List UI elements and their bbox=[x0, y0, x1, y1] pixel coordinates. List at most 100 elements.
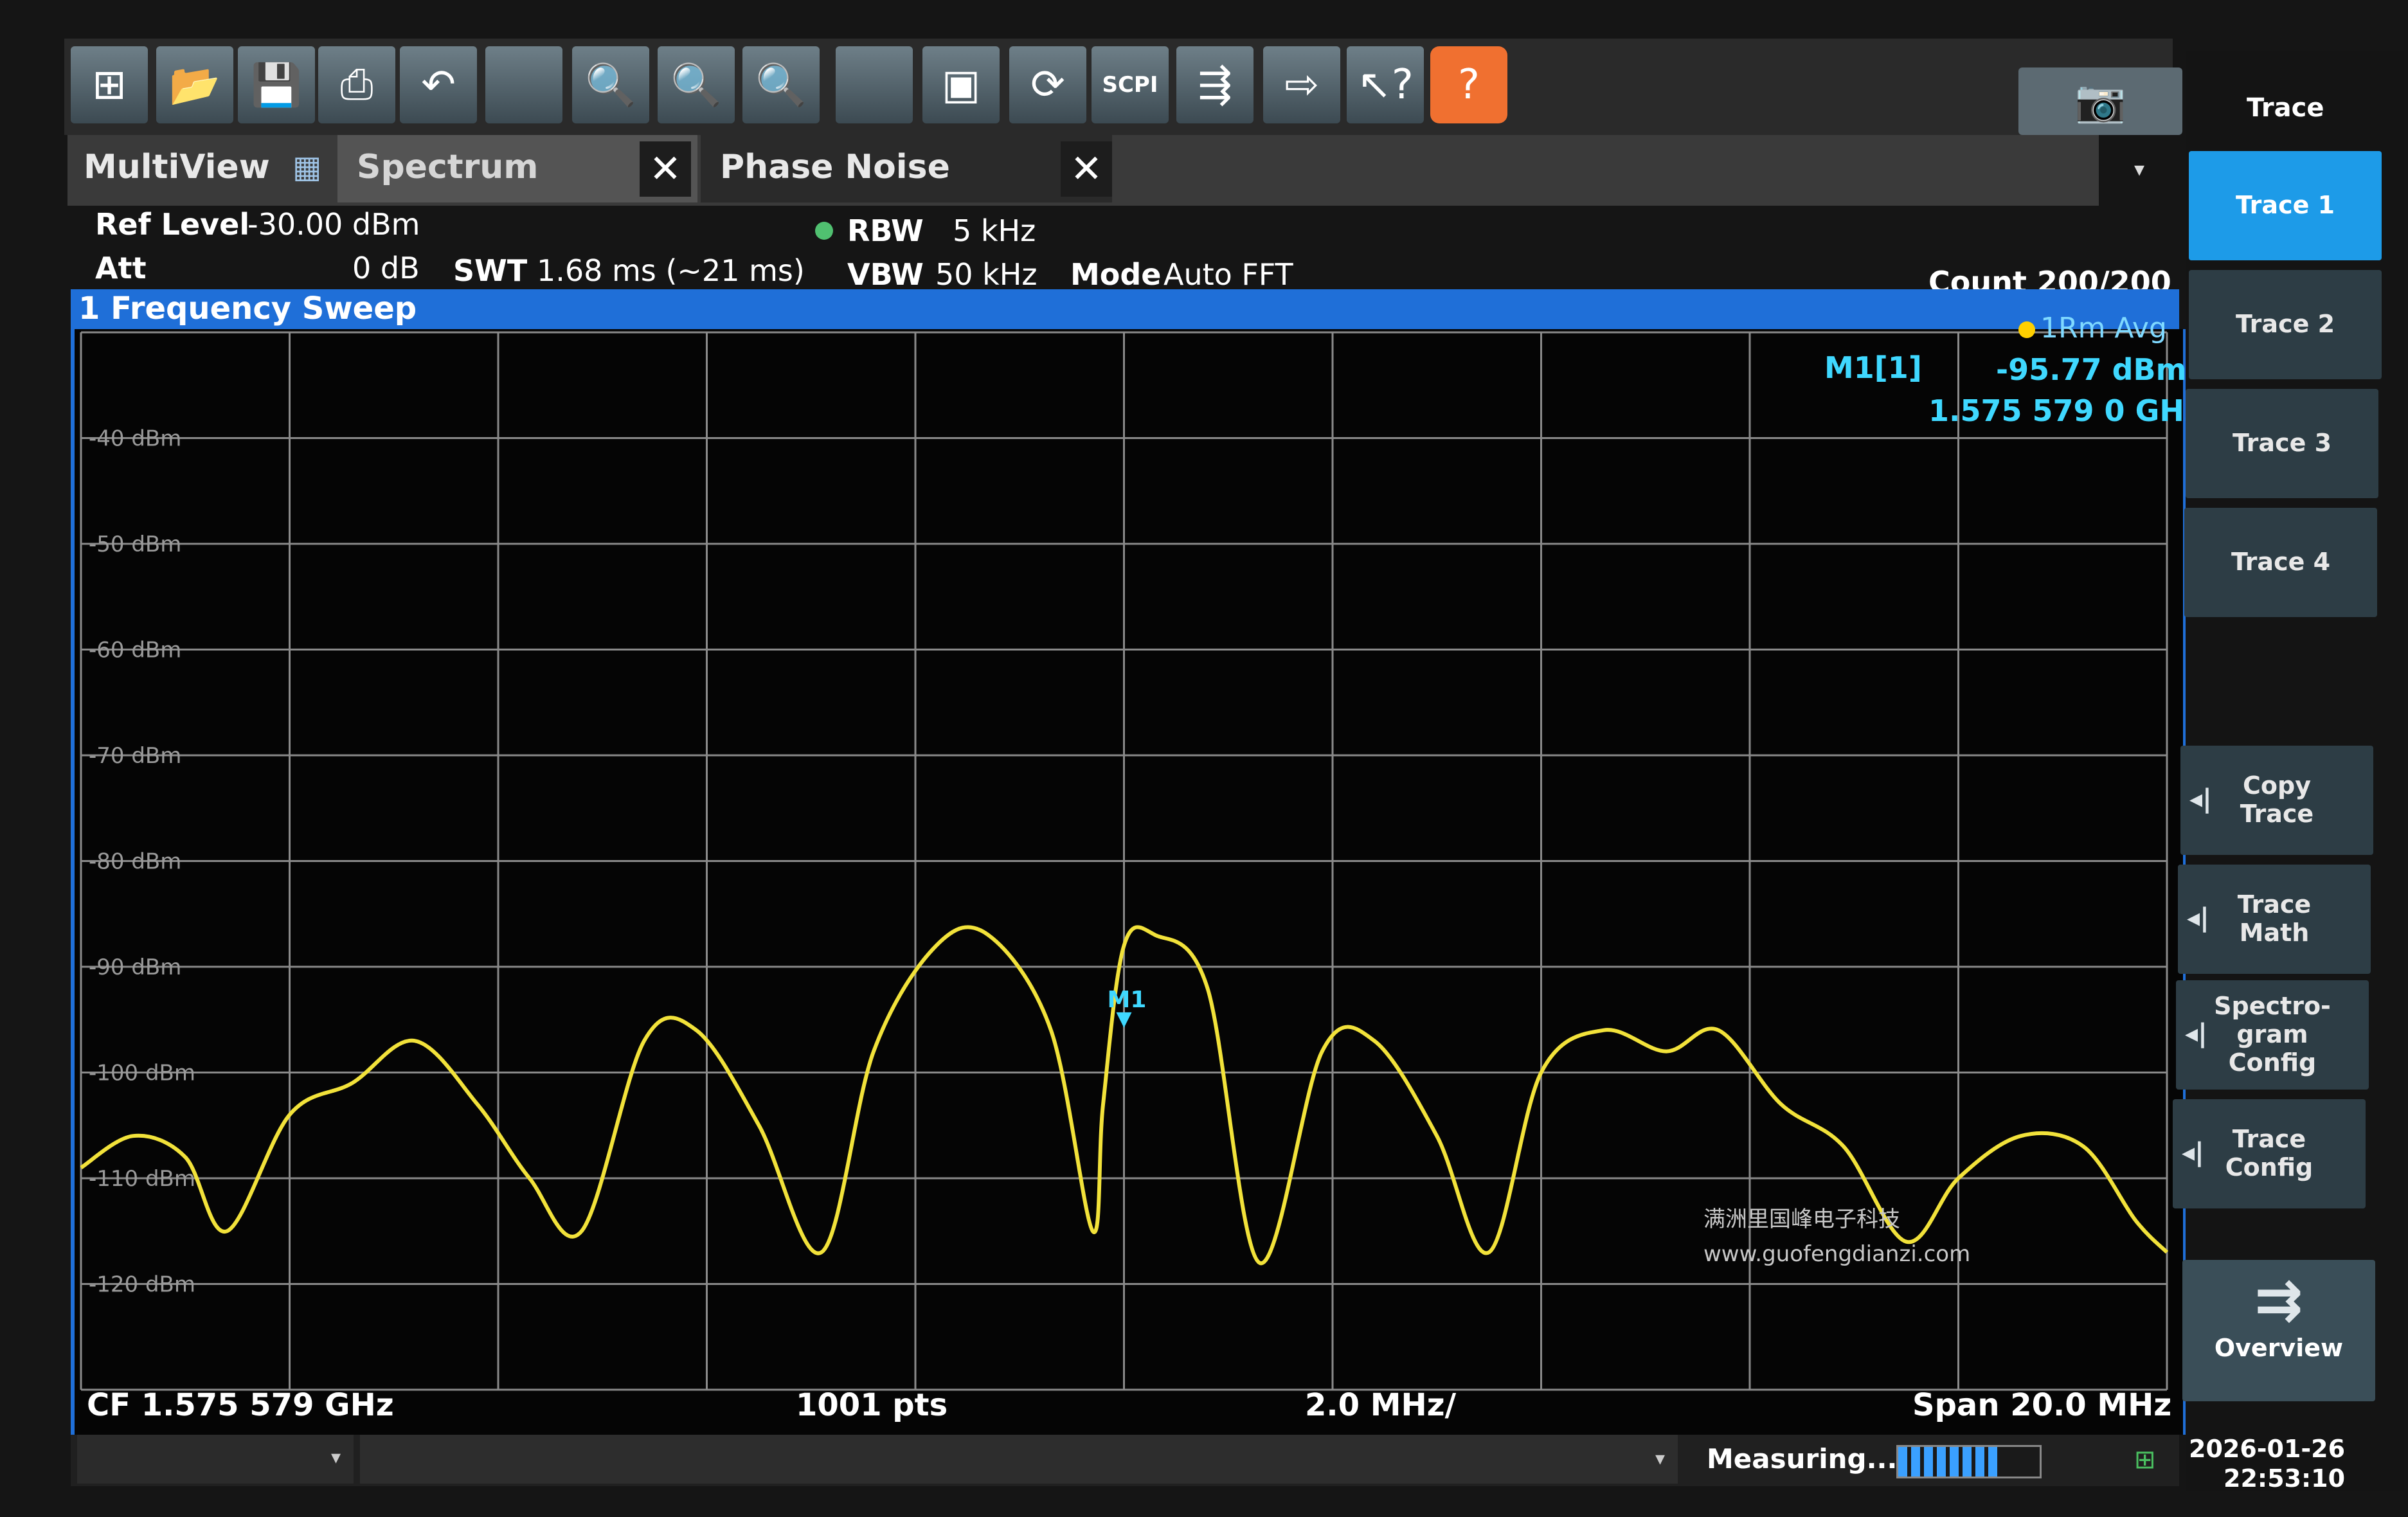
camera-icon[interactable]: 📷 bbox=[2018, 67, 2182, 135]
softkey-spectrogram-config-label: Spectro-gram Config bbox=[2214, 992, 2331, 1077]
tab-phase-noise[interactable]: Phase Noise bbox=[720, 135, 950, 199]
trace-color-dot bbox=[2018, 321, 2035, 338]
status-field-dropdown-icon[interactable]: ▾ bbox=[1655, 1448, 1665, 1470]
export-icon[interactable]: ⇨ bbox=[1263, 46, 1340, 123]
status-field[interactable]: ▾ bbox=[360, 1435, 1678, 1484]
analyzer-screen: ⊞ 📂 💾 ⎙ ↶ 🔍 🔍 🔍 ▣ ⟳ SCPI ⇶ ⇨ ↖?? 📷 MultiView ▦ Spectr… bbox=[0, 0, 2408, 1517]
close-phase-noise-icon[interactable]: ✕ bbox=[1061, 141, 1112, 197]
center-frequency: CF 1.575 579 GHz bbox=[87, 1387, 394, 1423]
overview-icon: ⇉ bbox=[2254, 1266, 2303, 1334]
undo-icon[interactable]: ↶ bbox=[400, 46, 477, 123]
watermark-line1: 满洲里国峰电子科技 bbox=[1703, 1207, 1900, 1232]
y-axis-label: -80 dBm bbox=[89, 849, 181, 875]
overview-button[interactable]: ⇉ Overview bbox=[2182, 1260, 2375, 1401]
softkey-trace-3[interactable]: Trace 3 bbox=[2186, 389, 2378, 498]
sweep-points: 1001 pts bbox=[796, 1387, 948, 1423]
sweep-progress-fill bbox=[1898, 1447, 1997, 1477]
tab-spectrum[interactable]: Spectrum bbox=[357, 135, 538, 199]
window-header[interactable]: 1 Frequency Sweep bbox=[71, 289, 2179, 329]
y-axis-label: -60 dBm bbox=[89, 638, 181, 663]
refresh-icon[interactable]: ⟳ bbox=[1009, 46, 1086, 123]
zoom-all-icon[interactable]: 🔍 bbox=[742, 46, 820, 123]
multi-zoom-icon[interactable]: 🔍 bbox=[658, 46, 735, 123]
tab-multiview[interactable]: MultiView bbox=[84, 135, 270, 199]
ref-level-label: Ref Level bbox=[95, 207, 250, 242]
trace-indicator: 1Rm Avg bbox=[2018, 312, 2167, 345]
y-axis-label: -120 dBm bbox=[89, 1272, 195, 1298]
swt-label: SWT bbox=[453, 253, 528, 288]
softkey-trace-math-label: Trace Math bbox=[2237, 890, 2312, 947]
help-pointer-icon[interactable]: ↖? bbox=[1347, 46, 1424, 123]
softkey-trace-2-label: Trace 2 bbox=[2235, 310, 2335, 339]
att-value[interactable]: 0 dB bbox=[352, 251, 420, 285]
marker-m1-label: M1 bbox=[1108, 987, 1147, 1013]
measuring-status: Measuring... bbox=[1707, 1443, 1898, 1475]
date: 2026-01-26 bbox=[2189, 1435, 2346, 1463]
toolbar: ⊞ 📂 💾 ⎙ ↶ 🔍 🔍 🔍 ▣ ⟳ SCPI ⇶ ⇨ ↖?? bbox=[64, 39, 2173, 135]
softkey-trace-4[interactable]: Trace 4 bbox=[2184, 508, 2377, 617]
vbw-value[interactable]: 50 kHz bbox=[935, 257, 1038, 292]
span: Span 20.0 MHz bbox=[1912, 1387, 2172, 1423]
zoom-1to1-icon[interactable] bbox=[836, 46, 913, 123]
softkey-trace-2[interactable]: Trace 2 bbox=[2189, 270, 2382, 379]
help-icon[interactable]: ? bbox=[1430, 46, 1507, 123]
close-spectrum-icon[interactable]: ✕ bbox=[640, 141, 691, 197]
swt-value[interactable]: 1.68 ms (~21 ms) bbox=[537, 253, 805, 288]
mode-value[interactable]: Auto FFT bbox=[1164, 257, 1293, 292]
time: 22:53:10 bbox=[2224, 1464, 2346, 1493]
y-axis-label: -70 dBm bbox=[89, 743, 181, 769]
softkey-panel-title: Trace bbox=[2247, 93, 2324, 123]
marker-m1-icon[interactable] bbox=[1116, 1012, 1132, 1028]
open-folder-icon[interactable]: 📂 bbox=[156, 46, 233, 123]
y-axis-label: -50 dBm bbox=[89, 532, 181, 557]
softkey-spectrogram-config[interactable]: ◂| Spectro-gram Config bbox=[2176, 980, 2369, 1090]
zoom-icon[interactable]: 🔍 bbox=[572, 46, 649, 123]
blank-icon[interactable] bbox=[485, 46, 562, 123]
window-title: 1 Frequency Sweep bbox=[78, 291, 417, 327]
marker-level: -95.77 dBm bbox=[1996, 352, 2187, 387]
softkey-trace-1-label: Trace 1 bbox=[2235, 191, 2335, 220]
overview-label: Overview bbox=[2214, 1334, 2344, 1362]
network-icon: ⊞ bbox=[2134, 1445, 2156, 1475]
softkey-trace-3-label: Trace 3 bbox=[2232, 429, 2332, 458]
y-axis-label: -40 dBm bbox=[89, 426, 181, 452]
softkey-trace-1[interactable]: Trace 1 bbox=[2189, 151, 2382, 260]
submenu-arrow-icon: ◂| bbox=[2189, 784, 2212, 814]
softkey-copy-trace[interactable]: ◂| Copy Trace bbox=[2180, 746, 2373, 855]
att-label: Att bbox=[95, 251, 147, 285]
marker-name: M1[1] bbox=[1824, 350, 1922, 385]
multiview-icon: ▦ bbox=[292, 149, 322, 185]
softkey-trace-4-label: Trace 4 bbox=[2231, 548, 2331, 577]
trace-indicator-label: 1Rm Avg bbox=[2040, 312, 2167, 345]
rbw-label: RBW bbox=[847, 213, 924, 248]
status-dropdown-icon[interactable]: ▾ bbox=[331, 1446, 341, 1469]
scpi-icon[interactable]: SCPI bbox=[1092, 46, 1169, 123]
softkey-trace-math[interactable]: ◂| Trace Math bbox=[2178, 865, 2371, 974]
print-icon[interactable]: ⎙ bbox=[318, 46, 395, 123]
save-icon[interactable]: 💾 bbox=[238, 46, 315, 123]
watermark-line2: www.guofengdianzi.com bbox=[1703, 1241, 1971, 1268]
full-screen-icon[interactable]: ▣ bbox=[922, 46, 1000, 123]
y-axis-label: -100 dBm bbox=[89, 1061, 195, 1086]
ref-level-value[interactable]: -30.00 dBm bbox=[247, 207, 420, 242]
softkey-copy-trace-label: Copy Trace bbox=[2240, 771, 2314, 828]
softkey-trace-config[interactable]: ◂| Trace Config bbox=[2173, 1099, 2366, 1208]
watermark: 满洲里国峰电子科技 www.guofengdianzi.com bbox=[1703, 1202, 1970, 1272]
rbw-value[interactable]: 5 kHz bbox=[953, 213, 1036, 248]
rbw-coupled-indicator bbox=[815, 222, 833, 240]
y-axis-label: -90 dBm bbox=[89, 955, 181, 980]
submenu-arrow-icon: ◂| bbox=[2187, 903, 2209, 933]
tab-dropdown-icon[interactable]: ▾ bbox=[2134, 157, 2144, 181]
submenu-arrow-icon: ◂| bbox=[2185, 1019, 2207, 1048]
frequency-per-division: 2.0 MHz/ bbox=[1305, 1387, 1457, 1423]
mode-label: Mode bbox=[1070, 257, 1162, 292]
softkey-trace-config-label: Trace Config bbox=[2225, 1125, 2314, 1181]
date-time: 2026-01-26 22:53:10 bbox=[2189, 1435, 2345, 1493]
sequencer-icon[interactable]: ⇶ bbox=[1176, 46, 1253, 123]
windows-icon[interactable]: ⊞ bbox=[71, 46, 148, 123]
submenu-arrow-icon: ◂| bbox=[2182, 1138, 2204, 1167]
status-field-left[interactable]: ▾ bbox=[77, 1435, 354, 1484]
tab-bar: MultiView ▦ Spectrum ✕ Phase Noise ✕ ▾ bbox=[67, 135, 2144, 206]
marker-frequency: 1.575 579 0 GHz bbox=[1928, 393, 2202, 428]
sweep-progress-bar bbox=[1896, 1445, 2042, 1478]
